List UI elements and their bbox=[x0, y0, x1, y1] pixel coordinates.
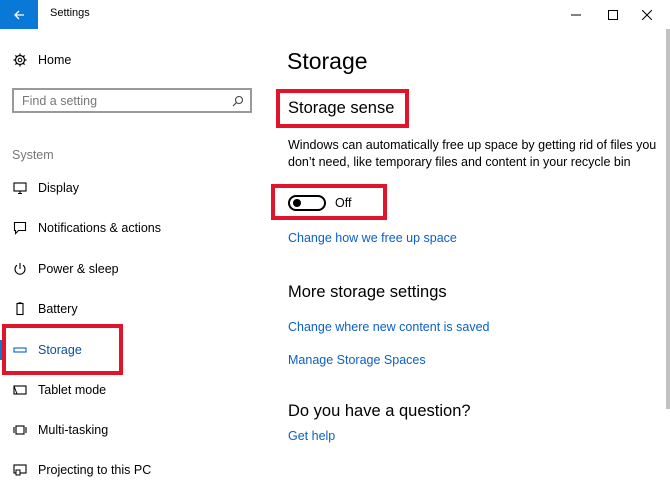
minimize-icon bbox=[571, 14, 581, 15]
sidebar-item-label: Power & sleep bbox=[38, 262, 119, 276]
sidebar-item-label: Tablet mode bbox=[38, 383, 107, 397]
power-icon bbox=[12, 261, 28, 277]
storage-icon bbox=[12, 342, 28, 358]
battery-icon bbox=[12, 301, 28, 317]
sidebar-item-display[interactable]: Display bbox=[0, 168, 270, 208]
sidebar-item-projecting[interactable]: Projecting to this PC bbox=[0, 450, 270, 490]
close-icon bbox=[642, 9, 652, 20]
app-title: Settings bbox=[50, 7, 90, 19]
back-button[interactable] bbox=[0, 0, 38, 29]
change-new-content-link[interactable]: Change where new content is saved bbox=[288, 320, 490, 334]
storage-sense-heading: Storage sense bbox=[288, 99, 395, 117]
search-input[interactable] bbox=[22, 93, 222, 109]
toggle-knob bbox=[293, 199, 301, 207]
manage-storage-spaces-link[interactable]: Manage Storage Spaces bbox=[288, 353, 426, 367]
sidebar-item-label: Projecting to this PC bbox=[38, 463, 152, 477]
notifications-icon bbox=[12, 220, 28, 236]
sidebar-item-label: Multi-tasking bbox=[38, 423, 109, 437]
sidebar-item-battery[interactable]: Battery bbox=[0, 289, 270, 329]
page-title: Storage bbox=[287, 48, 368, 74]
more-storage-heading: More storage settings bbox=[288, 283, 447, 301]
display-icon bbox=[12, 180, 28, 196]
sidebar-item-label: Display bbox=[38, 181, 79, 195]
close-button[interactable] bbox=[624, 0, 670, 29]
search-box[interactable] bbox=[12, 88, 252, 113]
sidebar-item-label: Notifications & actions bbox=[38, 221, 161, 235]
scrollbar[interactable] bbox=[666, 29, 670, 409]
sidebar-item-multitasking[interactable]: Multi-tasking bbox=[0, 410, 270, 450]
question-heading: Do you have a question? bbox=[288, 402, 471, 420]
search-icon[interactable] bbox=[232, 94, 244, 112]
storage-sense-toggle[interactable] bbox=[288, 195, 326, 211]
sidebar-item-label: Storage bbox=[38, 343, 82, 357]
change-free-space-link[interactable]: Change how we free up space bbox=[288, 231, 457, 245]
tablet-mode-icon bbox=[12, 382, 28, 398]
sidebar-item-power-sleep[interactable]: Power & sleep bbox=[0, 249, 270, 289]
home-label: Home bbox=[38, 53, 72, 67]
sidebar-item-label: Battery bbox=[38, 302, 78, 316]
sidebar-item-notifications[interactable]: Notifications & actions bbox=[0, 208, 270, 248]
projecting-icon bbox=[12, 462, 28, 478]
get-help-link[interactable]: Get help bbox=[288, 429, 335, 443]
sidebar-item-storage[interactable]: Storage bbox=[0, 330, 270, 370]
maximize-icon bbox=[608, 9, 618, 20]
toggle-state-label: Off bbox=[335, 196, 352, 210]
storage-sense-description: Windows can automatically free up space … bbox=[288, 138, 657, 169]
title-bar: Settings bbox=[0, 0, 670, 29]
sidebar-item-tablet-mode[interactable]: Tablet mode bbox=[0, 370, 270, 410]
nav-home[interactable]: Home bbox=[12, 52, 71, 68]
gear-icon bbox=[12, 52, 28, 68]
active-indicator bbox=[0, 340, 4, 360]
back-arrow-icon bbox=[13, 9, 25, 21]
section-header-system: System bbox=[12, 148, 54, 162]
multitasking-icon bbox=[12, 422, 28, 438]
